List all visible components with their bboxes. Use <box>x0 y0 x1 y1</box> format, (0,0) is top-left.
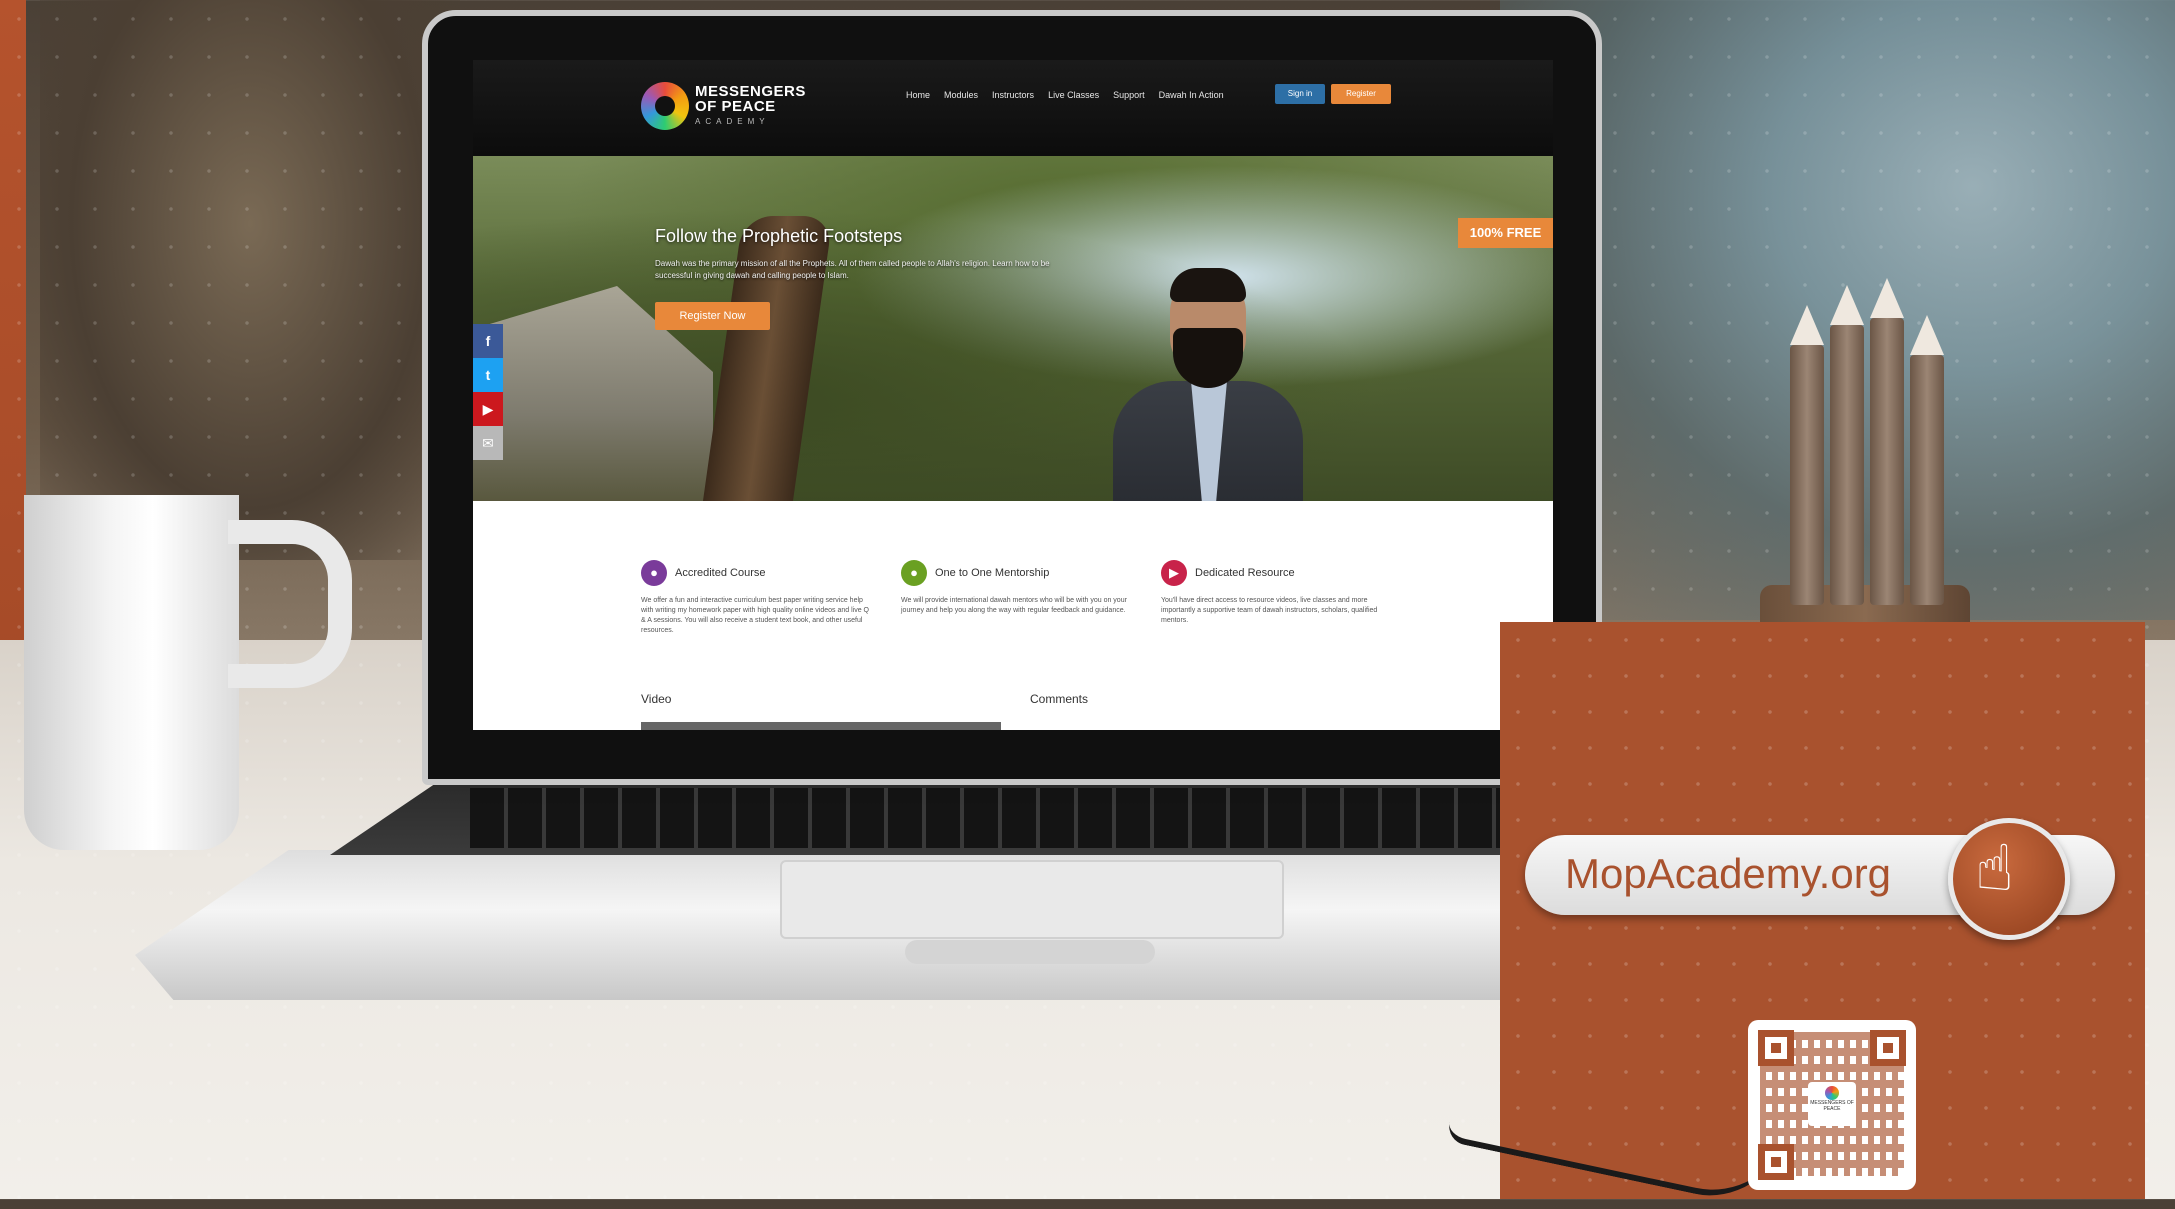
website-url-text[interactable]: MopAcademy.org <box>1565 850 1891 898</box>
qr-finder-bottom-left <box>1758 1144 1794 1180</box>
person-icon: ● <box>641 560 667 586</box>
facebook-icon[interactable]: f <box>473 324 503 358</box>
website-screen: MESSENGERS OF PEACE ACADEMY Home Modules… <box>473 60 1553 730</box>
sign-in-button[interactable]: Sign in <box>1275 84 1325 104</box>
laptop-notch <box>905 940 1155 964</box>
chat-icon: ● <box>901 560 927 586</box>
qr-code[interactable]: MESSENGERS OF PEACE <box>1748 1020 1916 1190</box>
coffee-cup-handle <box>228 520 352 688</box>
feature-text: We offer a fun and interactive curriculu… <box>641 597 869 634</box>
pencil <box>1910 355 1944 605</box>
instructor-hair <box>1170 268 1246 302</box>
pencil <box>1870 318 1904 605</box>
coffee-cup <box>24 495 239 850</box>
qr-center-logo: MESSENGERS OF PEACE <box>1808 1082 1856 1126</box>
register-now-button[interactable]: Register Now <box>655 302 770 330</box>
video-player-edge[interactable] <box>641 722 1001 730</box>
site-navbar: MESSENGERS OF PEACE ACADEMY Home Modules… <box>473 60 1553 156</box>
feature-accredited-course: ● Accredited Course We offer a fun and i… <box>641 560 871 636</box>
feature-title: Accredited Course <box>675 567 766 579</box>
nav-link-dawah-in-action[interactable]: Dawah In Action <box>1159 90 1224 100</box>
register-button[interactable]: Register <box>1331 84 1391 104</box>
feature-title: Dedicated Resource <box>1195 567 1295 579</box>
feature-text: We will provide international dawah ment… <box>901 597 1127 614</box>
pointer-hand-icon: ☝ <box>1975 832 2014 904</box>
nav-links: Home Modules Instructors Live Classes Su… <box>906 90 1224 100</box>
site-logo[interactable]: MESSENGERS OF PEACE ACADEMY <box>695 84 815 129</box>
nav-link-modules[interactable]: Modules <box>944 90 978 100</box>
feature-title: One to One Mentorship <box>935 567 1050 579</box>
nav-link-home[interactable]: Home <box>906 90 930 100</box>
pencil <box>1830 325 1864 605</box>
instructor-photo <box>1113 256 1303 501</box>
nav-link-live-classes[interactable]: Live Classes <box>1048 90 1099 100</box>
features-row: ● Accredited Course We offer a fun and i… <box>641 560 1411 636</box>
logo-line-2: OF PEACE <box>695 98 776 115</box>
qr-finder-top-left <box>1758 1030 1794 1066</box>
logo-line-1: MESSENGERS <box>695 83 806 100</box>
comments-section-heading: Comments <box>1030 692 1089 706</box>
instructor-beard <box>1173 328 1243 388</box>
video-section-heading: Video <box>641 692 672 706</box>
nav-link-support[interactable]: Support <box>1113 90 1145 100</box>
qr-logo-text: MESSENGERS OF PEACE <box>1810 1100 1854 1112</box>
feature-mentorship: ● One to One Mentorship We will provide … <box>901 560 1131 636</box>
qr-logo-icon <box>1825 1086 1839 1100</box>
logo-icon[interactable] <box>641 82 689 130</box>
hero-title: Follow the Prophetic Footsteps <box>655 226 903 246</box>
youtube-icon[interactable]: ▶ <box>473 392 503 426</box>
social-share-bar: f t ▶ ✉ <box>473 324 503 460</box>
logo-line-3: ACADEMY <box>695 117 770 126</box>
nav-link-instructors[interactable]: Instructors <box>992 90 1034 100</box>
qr-finder-top-right <box>1870 1030 1906 1066</box>
pencil <box>1790 345 1824 605</box>
free-badge: 100% FREE <box>1458 218 1553 248</box>
play-icon: ▶ <box>1161 560 1187 586</box>
hero-description: Dawah was the primary mission of all the… <box>655 259 1050 280</box>
hero-banner: Follow the Prophetic Footsteps Dawah was… <box>473 156 1553 501</box>
twitter-icon[interactable]: t <box>473 358 503 392</box>
email-icon[interactable]: ✉ <box>473 426 503 460</box>
background-blur <box>40 0 460 560</box>
feature-dedicated-resource: ▶ Dedicated Resource You'll have direct … <box>1161 560 1391 636</box>
laptop-trackpad <box>780 860 1284 939</box>
feature-text: You'll have direct access to resource vi… <box>1161 597 1378 624</box>
